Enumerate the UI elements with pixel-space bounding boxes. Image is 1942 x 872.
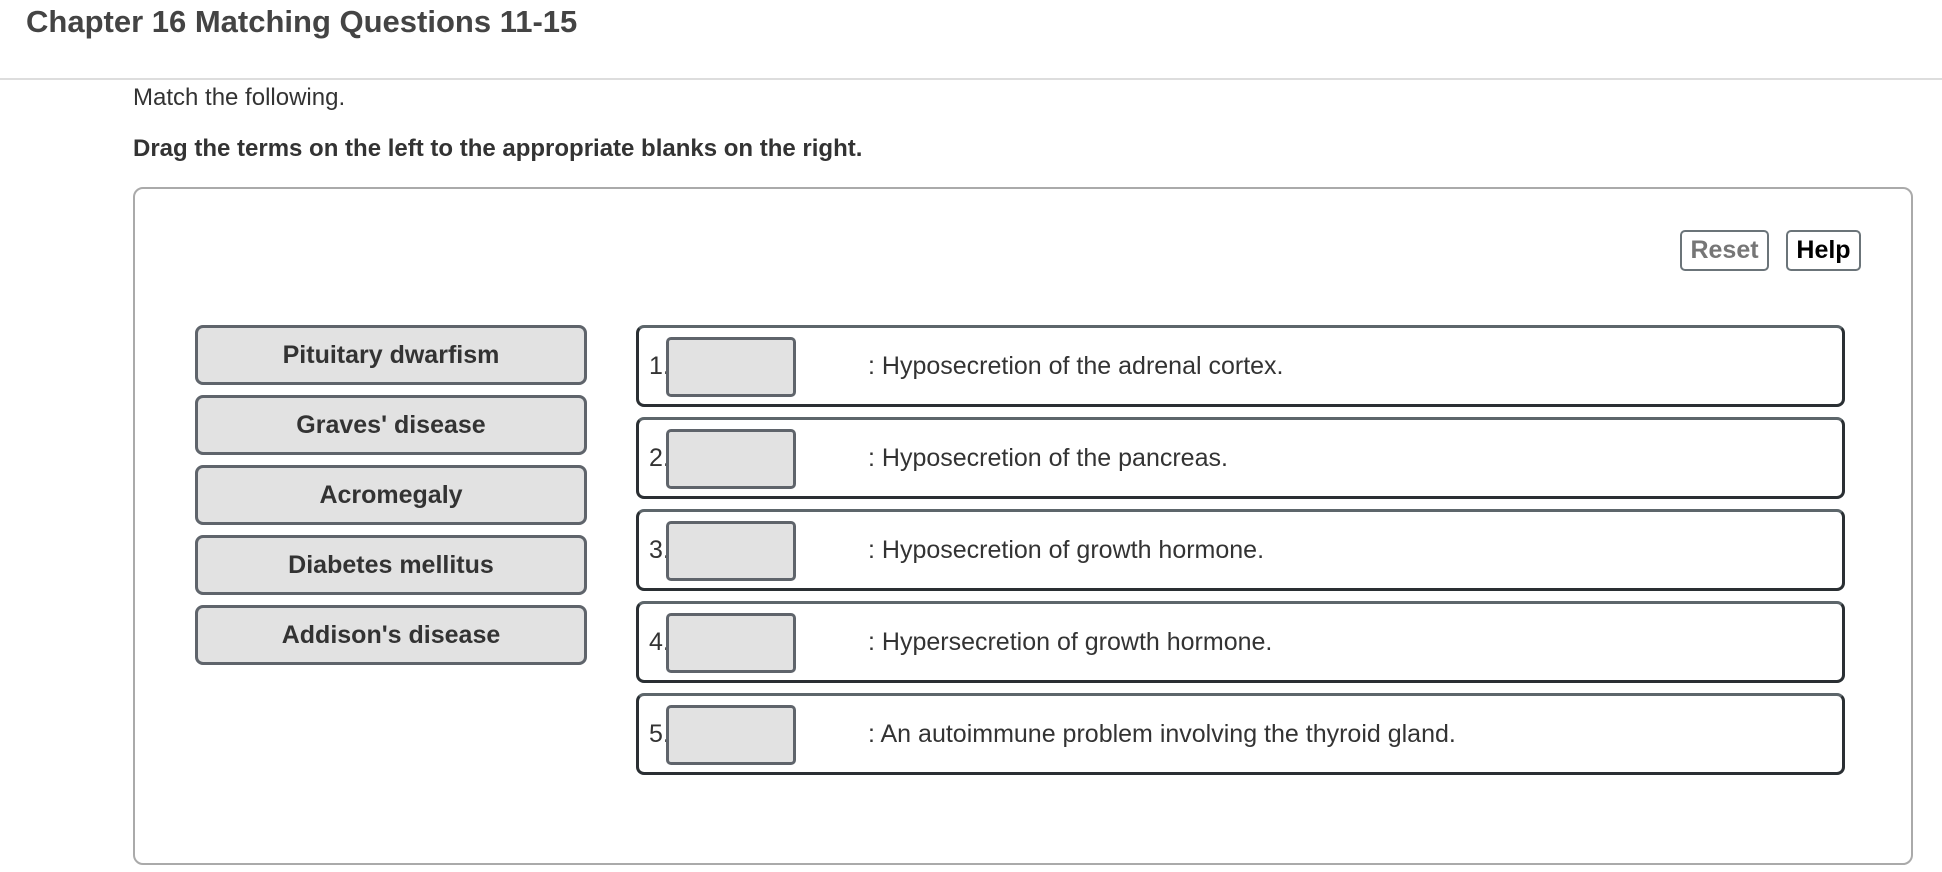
term-pituitary-dwarfism[interactable]: Pituitary dwarfism <box>195 325 587 385</box>
drop-zone-4[interactable] <box>666 613 796 673</box>
target-row-5: 5. : An autoimmune problem involving the… <box>636 693 1845 775</box>
target-row-1: 1. : Hyposecretion of the adrenal cortex… <box>636 325 1845 407</box>
intro-text: Match the following. <box>133 84 346 111</box>
help-button[interactable]: Help <box>1786 230 1861 271</box>
target-description: : Hyposecretion of the pancreas. <box>868 444 1228 472</box>
term-addisons-disease[interactable]: Addison's disease <box>195 605 587 665</box>
drop-zone-1[interactable] <box>666 337 796 397</box>
drop-zone-2[interactable] <box>666 429 796 489</box>
target-description: : Hypersecretion of growth hormone. <box>868 628 1273 656</box>
term-graves-disease[interactable]: Graves' disease <box>195 395 587 455</box>
page-title: Chapter 16 Matching Questions 11-15 <box>26 4 578 39</box>
target-row-4: 4. : Hypersecretion of growth hormone. <box>636 601 1845 683</box>
reset-button[interactable]: Reset <box>1680 230 1769 271</box>
target-description: : Hyposecretion of growth hormone. <box>868 536 1265 564</box>
term-acromegaly[interactable]: Acromegaly <box>195 465 587 525</box>
target-description: : An autoimmune problem involving the th… <box>868 720 1456 748</box>
instructions-text: Drag the terms on the left to the approp… <box>133 135 863 162</box>
drop-zone-5[interactable] <box>666 705 796 765</box>
target-description: : Hyposecretion of the adrenal cortex. <box>868 352 1284 380</box>
term-diabetes-mellitus[interactable]: Diabetes mellitus <box>195 535 587 595</box>
target-row-2: 2. : Hyposecretion of the pancreas. <box>636 417 1845 499</box>
target-row-3: 3. : Hyposecretion of growth hormone. <box>636 509 1845 591</box>
drop-zone-3[interactable] <box>666 521 796 581</box>
header-divider <box>0 78 1942 80</box>
